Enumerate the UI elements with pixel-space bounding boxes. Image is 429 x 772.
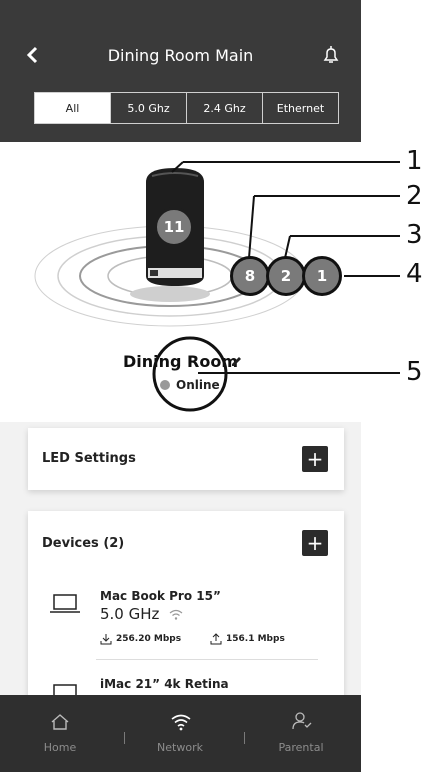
callout-3: 3 (406, 220, 423, 250)
callout-5: 5 (406, 357, 423, 387)
callout-1: 1 (406, 146, 423, 176)
callout-lines (171, 161, 400, 374)
callout-4: 4 (406, 259, 423, 289)
callout-2: 2 (406, 181, 423, 211)
